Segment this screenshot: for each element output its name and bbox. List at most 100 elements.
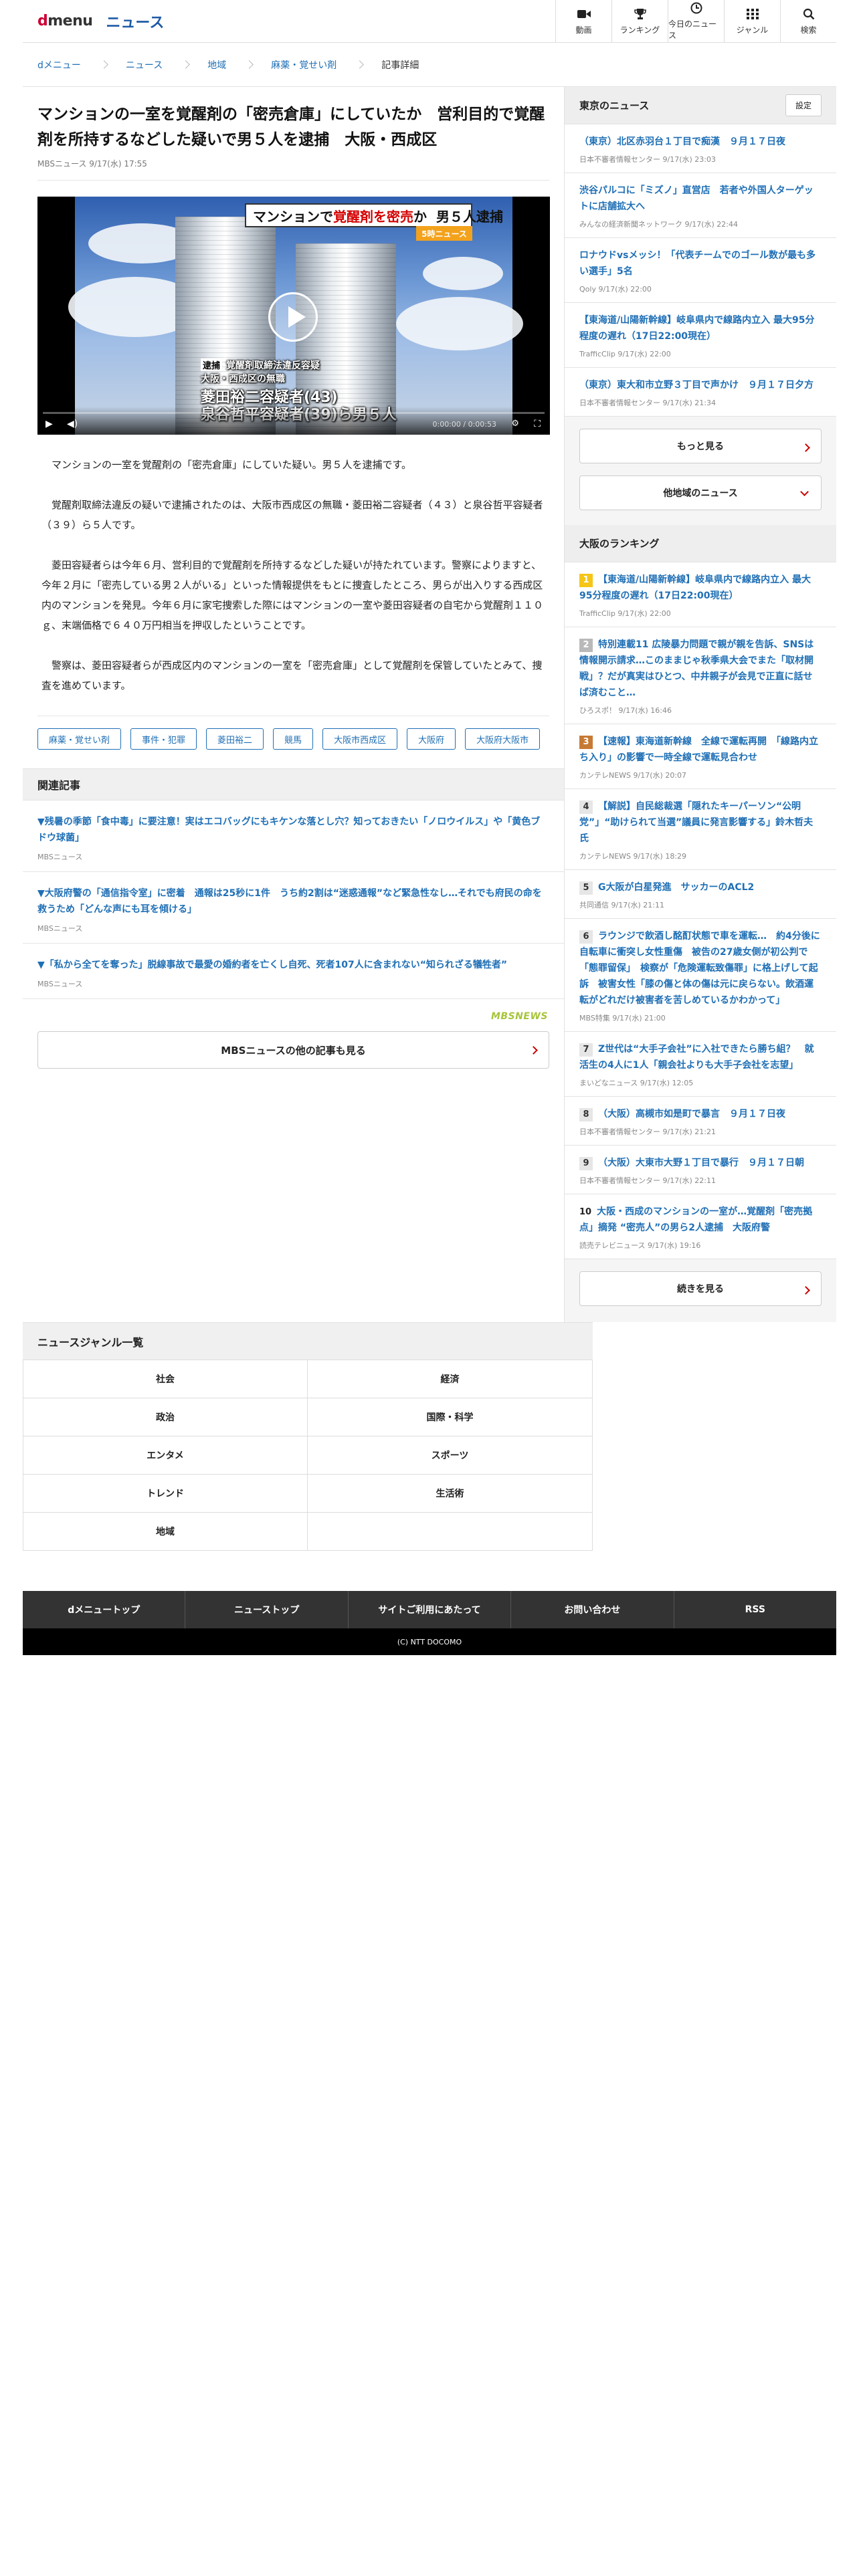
rank-number: 8 [579, 1108, 593, 1121]
fullscreen-icon[interactable]: ⛶ [534, 419, 541, 429]
rank-number: 5 [579, 881, 593, 895]
dmenu-logo: dmenu [37, 13, 93, 29]
breadcrumb-category[interactable]: 麻薬・覚せい剤 [271, 58, 337, 72]
ranking-title: 【東海道/山陽新幹線】岐阜県内で線路内立入 最大95分程度の遅れ（17日22:0… [579, 574, 811, 601]
video-camera-icon [577, 8, 591, 20]
genre-link[interactable]: 政治 [23, 1398, 308, 1436]
genre-link[interactable]: トレンド [23, 1475, 308, 1513]
rank-number: 7 [579, 1043, 593, 1057]
continue-ranking-button[interactable]: 続きを見る [579, 1271, 822, 1306]
genre-link[interactable]: 経済 [308, 1360, 593, 1398]
tag-button[interactable]: 事件・犯罪 [130, 728, 197, 750]
ranking-item[interactable]: 10 大阪・西成のマンションの一室が…覚醒剤「密売拠点」摘発 “密売人”の男ら2人… [565, 1194, 836, 1259]
nav-today[interactable]: 今日のニュース [668, 0, 724, 43]
settings-gear-icon[interactable]: ⚙ [511, 419, 519, 429]
site-logo[interactable]: dmenu ニュース [23, 11, 164, 32]
trophy-icon [633, 8, 648, 20]
settings-button[interactable]: 設定 [785, 94, 822, 116]
more-mbs-articles-button[interactable]: MBSニュースの他の記事も見る [37, 1031, 549, 1069]
play-small-icon[interactable]: ▶ [45, 419, 53, 429]
chevron-right-icon [100, 60, 108, 69]
genre-link[interactable]: 国際・科学 [308, 1398, 593, 1436]
tag-button[interactable]: 大阪府大阪市 [465, 728, 541, 750]
genre-link[interactable]: エンタメ [23, 1436, 308, 1475]
nav-search-label: 検索 [800, 25, 817, 35]
footer-link-news-top[interactable]: ニューストップ [185, 1591, 349, 1628]
ranking-item[interactable]: 2 特別連載11 広陵暴力問題で親が親を告訴、SNSは情報開示請求…このままじゃ秋… [565, 627, 836, 724]
local-news-title: （東京）北区赤羽台１丁目で痴漢 ９月１７日夜 [579, 136, 785, 147]
rank-number: 3 [579, 736, 593, 749]
nav-video[interactable]: 動画 [555, 0, 611, 43]
breadcrumb-current: 記事詳細 [381, 60, 419, 71]
play-icon[interactable] [268, 292, 318, 342]
tag-button[interactable]: 大阪市西成区 [322, 728, 398, 750]
footer-link-contact[interactable]: お問い合わせ [511, 1591, 674, 1628]
other-region-news-label: 他地域のニュース [663, 488, 738, 499]
ranking-source: TrafficClip 9/17(水) 22:00 [579, 609, 671, 618]
genre-link[interactable]: 社会 [23, 1360, 308, 1398]
tag-button[interactable]: 菱田裕二 [206, 728, 264, 750]
footer-nav: dメニュートップ ニューストップ サイトご利用にあたって お問い合わせ RSS [23, 1591, 836, 1628]
breadcrumb-region[interactable]: 地域 [207, 58, 226, 72]
continue-ranking-label: 続きを見る [677, 1284, 724, 1295]
nav-genre[interactable]: ジャンル [724, 0, 780, 43]
ranking-source: 日本不審者情報センター 9/17(水) 21:21 [579, 1128, 716, 1136]
related-article-title: ▼残暑の季節「食中毒」に要注意！実はエコバッグにもキケンな落とし穴？知っておきた… [37, 817, 541, 843]
more-local-news-button[interactable]: もっと見る [579, 429, 822, 463]
footer-link-dmenu-top[interactable]: dメニュートップ [23, 1591, 186, 1628]
rank-number: 4 [579, 800, 593, 814]
related-article[interactable]: ▼大阪府警の「通信指令室」に密着 通報は25秒に1件 うち約2割は“迷惑通報”な… [23, 872, 564, 944]
related-article[interactable]: ▼「私から全てを奪った」脱線事故で最愛の婚約者を亡くし自死、死者107人に含まれ… [23, 944, 564, 999]
ranking-item[interactable]: 6 ラウンジで飲酒し酩酊状態で車を運転… 約4分後に自転車に衝突し女性重傷 被告の… [565, 919, 836, 1032]
nav-ranking[interactable]: ランキング [611, 0, 668, 43]
ranking-item[interactable]: 5 G大阪が白星発進 サッカーのACL2 共同通信 9/17(水) 21:11 [565, 870, 836, 919]
local-news-item[interactable]: （東京）北区赤羽台１丁目で痴漢 ９月１７日夜 日本不審者情報センター 9/17(… [565, 124, 836, 173]
local-news-item[interactable]: （東京）東大和市立野３丁目で声かけ ９月１７日夕方 日本不審者情報センター 9/… [565, 368, 836, 417]
ranking-item[interactable]: 3 【速報】東海道新幹線 全線で運転再開 「線路内立ち入り」の影響で一時全線で運転… [565, 724, 836, 789]
tag-button[interactable]: 麻薬・覚せい剤 [37, 728, 122, 750]
nav-search[interactable]: 検索 [780, 0, 836, 43]
other-region-news-button[interactable]: 他地域のニュース [579, 475, 822, 510]
tag-button[interactable]: 大阪府 [407, 728, 456, 750]
ranking-title: G大阪が白星発進 サッカーのACL2 [598, 882, 755, 893]
ranking-title: ラウンジで飲酒し酩酊状態で車を運転… 約4分後に自転車に衝突し女性重傷 被告の2… [579, 931, 820, 1006]
sidebar: 東京のニュース 設定 （東京）北区赤羽台１丁目で痴漢 ９月１７日夜 日本不審者情… [565, 87, 836, 1322]
breadcrumb-news[interactable]: ニュース [126, 58, 163, 72]
chevron-right-icon [181, 60, 191, 69]
genre-link[interactable]: 生活術 [308, 1475, 593, 1513]
ranking-item[interactable]: 9 （大阪）大東市大野１丁目で暴行 ９月１７日朝 日本不審者情報センター 9/17… [565, 1146, 836, 1194]
ranking-heading: 大阪のランキング [579, 538, 660, 550]
article-paragraph: マンションの一室を覚醒剤の「密売倉庫」にしていた疑い。男５人を逮捕です。 [52, 459, 412, 471]
mbs-news-logo: MBSNEWS [491, 1011, 548, 1022]
ranking-item[interactable]: 8 （大阪）高槻市如是町で暴言 ９月１７日夜 日本不審者情報センター 9/17(水… [565, 1097, 836, 1146]
local-news-item[interactable]: 【東海道/山陽新幹線】岐阜県内で線路内立入 最大95分程度の遅れ（17日22:0… [565, 303, 836, 368]
chevron-right-icon [801, 443, 810, 452]
grid-icon [745, 8, 760, 20]
footer-link-terms[interactable]: サイトご利用にあたって [349, 1591, 512, 1628]
local-news-source: Qoly 9/17(水) 22:00 [579, 285, 652, 294]
ranking-title: Z世代は“大手子会社”に入社できたら勝ち組？ 就活生の4人に1人「親会社よりも大… [579, 1044, 814, 1071]
volume-icon[interactable]: ◀) [67, 419, 78, 429]
local-news-item[interactable]: ロナウドvsメッシ！「代表チームでのゴール数が最も多い選手」5名 Qoly 9/… [565, 238, 836, 303]
ranking-item[interactable]: 4 【解説】自民総裁選「隠れたキーパーソン“公明党”」“助けられて当選”議員に発言… [565, 789, 836, 870]
video-player[interactable]: マンションで 覚醒剤を密売か男５人逮捕 5時ニュース 逮捕 覚醒剤取締法違反容疑 大… [37, 197, 550, 435]
related-article-title: ▼「私から全てを奪った」脱線事故で最愛の婚約者を亡くし自死、死者107人に含まれ… [37, 960, 508, 970]
ranking-source: まいどなニュース 9/17(水) 12:05 [579, 1079, 694, 1087]
article-paragraph: 覚醒剤取締法違反の疑いで逮捕されたのは、大阪市西成区の無職・菱田裕二容疑者（４３… [41, 499, 543, 531]
video-seek-bar[interactable] [43, 412, 545, 414]
ranking-title: 【解説】自民総裁選「隠れたキーパーソン“公明党”」“助けられて当選”議員に発言影… [579, 801, 814, 844]
chevron-right-icon [529, 1046, 538, 1055]
genre-link[interactable]: スポーツ [308, 1436, 593, 1475]
local-news-title: 【東海道/山陽新幹線】岐阜県内で線路内立入 最大95分程度の遅れ（17日22:0… [579, 315, 815, 342]
ranking-item[interactable]: 1 【東海道/山陽新幹線】岐阜県内で線路内立入 最大95分程度の遅れ（17日22:… [565, 562, 836, 627]
more-local-news-label: もっと見る [677, 441, 724, 452]
local-news-item[interactable]: 渋谷パルコに「ミズノ」直営店 若者や外国人ターゲットに店舗拡大へ みんなの経済新… [565, 173, 836, 238]
genre-link[interactable]: 地域 [23, 1513, 308, 1551]
local-news-source: みんなの経済新聞ネットワーク 9/17(水) 22:44 [579, 220, 738, 229]
breadcrumb-dmenu[interactable]: dメニュー [37, 58, 81, 72]
related-article-source: MBSニュース [37, 924, 83, 933]
ranking-item[interactable]: 7 Z世代は“大手子会社”に入社できたら勝ち組？ 就活生の4人に1人「親会社よりも… [565, 1032, 836, 1097]
tag-button[interactable]: 競馬 [273, 728, 314, 750]
footer-link-rss[interactable]: RSS [674, 1591, 836, 1628]
related-article[interactable]: ▼残暑の季節「食中毒」に要注意！実はエコバッグにもキケンな落とし穴？知っておきた… [23, 800, 564, 872]
